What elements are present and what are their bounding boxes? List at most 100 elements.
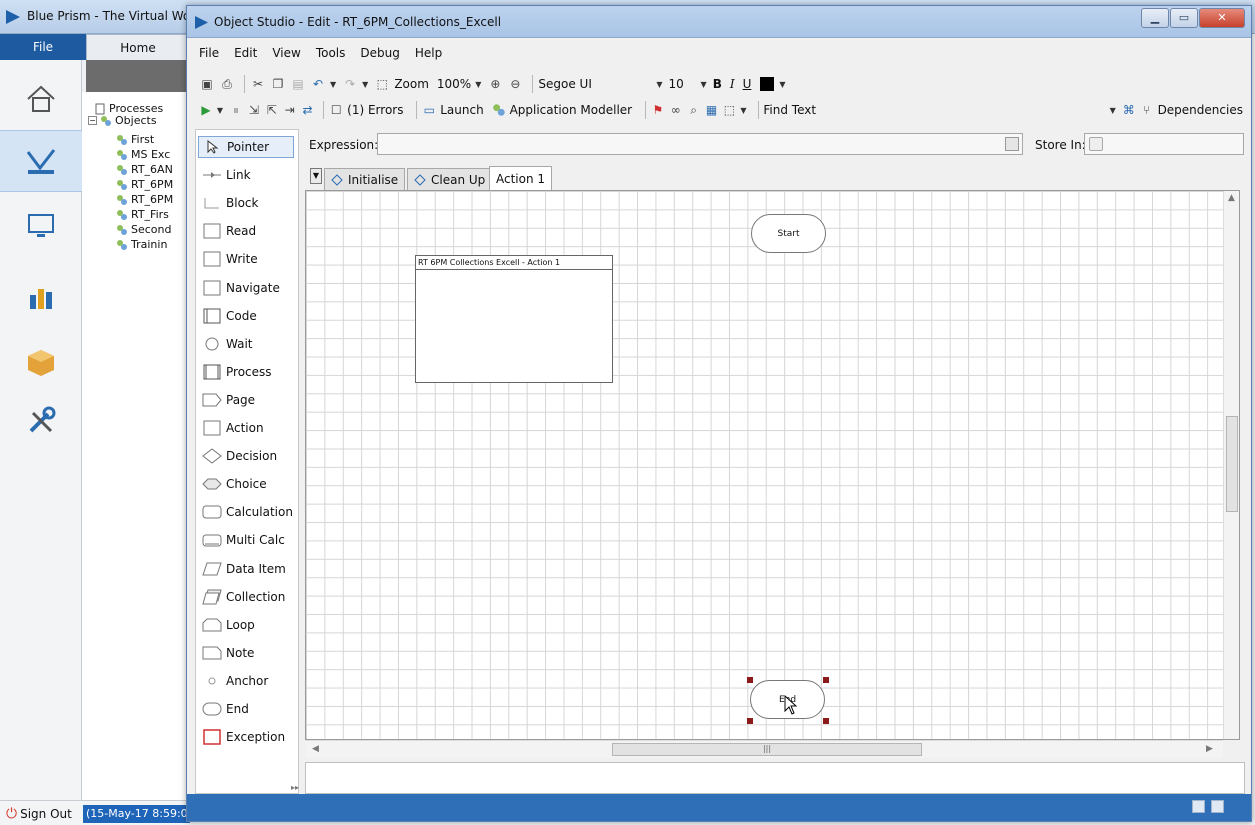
menu-view[interactable]: View: [272, 46, 300, 60]
run-icon[interactable]: ▶: [199, 102, 213, 118]
tool-note[interactable]: Note: [202, 642, 254, 664]
bold-button[interactable]: B: [713, 77, 722, 91]
copy-icon[interactable]: ❐: [270, 76, 286, 92]
errors-icon[interactable]: ☐: [329, 102, 343, 118]
find-text-box[interactable]: Find Text: [763, 103, 936, 117]
launch-icon[interactable]: ▭: [422, 102, 436, 118]
launch-button[interactable]: Launch: [440, 103, 483, 117]
tool-loop[interactable]: Loop: [202, 614, 255, 636]
step-icon[interactable]: ⇲: [247, 102, 261, 118]
redo-icon[interactable]: ↷: [342, 76, 358, 92]
system-nav-button[interactable]: [0, 390, 82, 452]
menu-file[interactable]: File: [199, 46, 219, 60]
selection-handle[interactable]: [747, 718, 753, 724]
store-in-input[interactable]: [1084, 133, 1244, 155]
font-name-dropdown-icon[interactable]: ▼: [656, 80, 662, 89]
font-color-icon[interactable]: [759, 76, 775, 92]
font-size-select[interactable]: 10: [669, 77, 693, 91]
scroll-left-icon[interactable]: ◀: [312, 744, 319, 754]
tab-initialise[interactable]: Initialise: [324, 168, 406, 190]
vertical-scrollbar[interactable]: ▲: [1223, 191, 1239, 739]
snap-dropdown-icon[interactable]: ▼: [740, 106, 746, 115]
refresh-icon[interactable]: ⇄: [301, 102, 315, 118]
tool-page[interactable]: Page: [202, 389, 255, 411]
tree-item-objects[interactable]: − Objects: [88, 114, 157, 127]
selection-handle[interactable]: [823, 718, 829, 724]
tab-clean-up[interactable]: Clean Up: [407, 168, 493, 190]
save-icon[interactable]: ▣: [199, 76, 215, 92]
application-modeller-icon[interactable]: [492, 102, 506, 118]
menu-help[interactable]: Help: [415, 46, 442, 60]
start-stage[interactable]: Start: [751, 214, 826, 253]
status-icon[interactable]: [1211, 800, 1224, 813]
find-text-dropdown-icon[interactable]: ▼: [1110, 106, 1116, 115]
zoom-in-icon[interactable]: ⊕: [487, 76, 503, 92]
menu-debug[interactable]: Debug: [360, 46, 399, 60]
font-size-dropdown-icon[interactable]: ▼: [701, 80, 707, 89]
paste-icon[interactable]: ▤: [290, 76, 306, 92]
tool-wait[interactable]: Wait: [202, 333, 253, 355]
tree-item-object[interactable]: RT_6PM: [116, 193, 173, 206]
scroll-up-icon[interactable]: ▲: [1228, 193, 1235, 203]
minimize-button[interactable]: ▁: [1141, 8, 1169, 28]
menu-edit[interactable]: Edit: [234, 46, 257, 60]
tree-item-object[interactable]: RT_Firs: [116, 208, 169, 221]
zoom-value[interactable]: 100%: [437, 77, 471, 91]
tool-calculation[interactable]: Calculation: [202, 501, 293, 523]
tree-item-object[interactable]: RT_6PM: [116, 178, 173, 191]
zoom-dropdown-icon[interactable]: ▼: [475, 80, 481, 89]
tool-collection[interactable]: Collection: [202, 586, 285, 608]
tool-data-item[interactable]: Data Item: [202, 558, 286, 580]
tool-anchor[interactable]: Anchor: [202, 670, 268, 692]
analytics-nav-button[interactable]: [0, 265, 82, 327]
tool-multi-calc[interactable]: Multi Calc: [202, 529, 285, 551]
breakpoint-flag-icon[interactable]: ⚑: [651, 102, 665, 118]
tool-code[interactable]: Code: [202, 305, 257, 327]
vertical-scroll-thumb[interactable]: [1226, 416, 1238, 512]
tool-navigate[interactable]: Navigate: [202, 277, 280, 299]
underline-button[interactable]: U: [743, 77, 752, 91]
tool-link[interactable]: Link: [202, 164, 251, 186]
releases-nav-button[interactable]: [0, 332, 82, 394]
dependencies-button[interactable]: Dependencies: [1158, 103, 1243, 117]
tool-read[interactable]: Read: [202, 220, 256, 242]
tree-item-object[interactable]: MS Exc: [116, 148, 170, 161]
zoom-select-icon[interactable]: ⬚: [374, 76, 390, 92]
application-modeller-button[interactable]: Application Modeller: [510, 103, 633, 117]
tree-item-object[interactable]: RT_6AN: [116, 163, 173, 176]
page-info-box[interactable]: RT 6PM Collections Excell - Action 1: [415, 255, 613, 383]
close-button[interactable]: ✕: [1199, 8, 1245, 28]
print-icon[interactable]: ⎙: [219, 76, 235, 92]
maximize-button[interactable]: ▭: [1170, 8, 1198, 28]
control-room-nav-button[interactable]: [0, 195, 82, 257]
horizontal-scroll-thumb[interactable]: |||: [612, 743, 922, 756]
font-color-dropdown-icon[interactable]: ▼: [779, 80, 785, 89]
selection-handle[interactable]: [747, 677, 753, 683]
sign-out-button[interactable]: ⏻ Sign Out: [6, 806, 72, 822]
home-nav-button[interactable]: [0, 68, 82, 130]
expression-editor-icon[interactable]: [1005, 137, 1019, 151]
step-out-icon[interactable]: ⇥: [283, 102, 297, 118]
tool-choice[interactable]: Choice: [202, 473, 267, 495]
run-dropdown-icon[interactable]: ▼: [217, 106, 223, 115]
tool-exception[interactable]: Exception: [202, 726, 285, 748]
tool-end[interactable]: End: [202, 698, 249, 720]
dependencies-icon[interactable]: ⑂: [1140, 102, 1154, 118]
undo-icon[interactable]: ↶: [310, 76, 326, 92]
selection-handle[interactable]: [823, 677, 829, 683]
home-tab[interactable]: Home: [86, 34, 190, 60]
step-over-icon[interactable]: ⇱: [265, 102, 279, 118]
process-canvas[interactable]: RT 6PM Collections Excell - Action 1 Sta…: [305, 190, 1240, 740]
file-tab[interactable]: File: [0, 34, 86, 60]
expression-input[interactable]: [377, 133, 1023, 155]
studio-nav-button[interactable]: [0, 130, 82, 192]
tool-write[interactable]: Write: [202, 248, 258, 270]
zoom-out-icon[interactable]: ⊖: [507, 76, 523, 92]
redo-dropdown-icon[interactable]: ▼: [362, 80, 368, 89]
errors-button[interactable]: (1) Errors: [347, 103, 403, 117]
pause-icon[interactable]: ⏸: [229, 102, 243, 118]
resize-grip-icon[interactable]: [1230, 800, 1243, 813]
tree-item-object[interactable]: First: [116, 133, 154, 146]
collapse-icon[interactable]: −: [88, 116, 97, 125]
tab-action-1[interactable]: Action 1: [489, 166, 553, 190]
